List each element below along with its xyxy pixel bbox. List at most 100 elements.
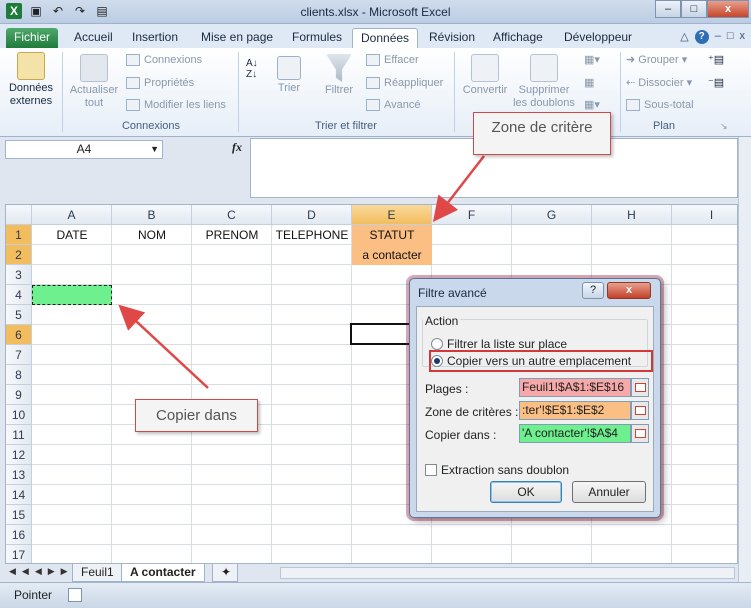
cell-c1[interactable]: PRENOM — [192, 225, 272, 245]
connexions-button[interactable]: Connexions — [126, 54, 202, 67]
chevron-down-icon[interactable]: ▼ — [150, 141, 159, 158]
select-all-corner[interactable] — [6, 205, 32, 225]
show-detail-icon[interactable]: ⁺▤ — [708, 54, 724, 67]
row-header-9[interactable]: 9 — [6, 385, 32, 405]
annuler-button[interactable]: Annuler — [572, 481, 646, 503]
trier-button[interactable]: Trier — [274, 56, 304, 95]
zone-criteres-input[interactable]: :ter'!$E$1:$E$2 — [519, 401, 631, 420]
radio-on-icon[interactable] — [431, 355, 443, 367]
tab-revision[interactable]: Révision — [421, 28, 483, 48]
vertical-scrollbar[interactable] — [738, 137, 751, 582]
column-header-a[interactable]: A — [32, 205, 112, 225]
row-header-2[interactable]: 2 — [6, 245, 32, 265]
ungroup-icon: ⇠ — [626, 77, 639, 89]
sous-total-button[interactable]: Sous-total — [626, 99, 694, 112]
radio-filter-in-place[interactable]: Filtrer la liste sur place — [431, 337, 567, 351]
ok-button[interactable]: OK — [490, 481, 562, 503]
close-button[interactable]: x — [707, 0, 749, 18]
cell-a1[interactable]: DATE — [32, 225, 112, 245]
what-if-icon[interactable]: ▦▾ — [584, 99, 600, 112]
column-header-i[interactable]: I — [672, 205, 737, 225]
hide-detail-icon[interactable]: ⁻▤ — [708, 77, 724, 90]
window-close-icon[interactable]: x — [740, 30, 746, 44]
row-header-6[interactable]: 6 — [6, 325, 32, 345]
column-header-d[interactable]: D — [272, 205, 352, 225]
column-header-c[interactable]: C — [192, 205, 272, 225]
row-header-13[interactable]: 13 — [6, 465, 32, 485]
row-header-8[interactable]: 8 — [6, 365, 32, 385]
row-header-1[interactable]: 1 — [6, 225, 32, 245]
help-icon[interactable]: ? — [694, 30, 709, 44]
dialog-help-button[interactable]: ? — [582, 282, 604, 299]
consolidate-icon[interactable]: ▦ — [584, 77, 594, 90]
tab-fichier[interactable]: Fichier — [6, 28, 59, 48]
cell-a4-copy-target[interactable] — [32, 285, 112, 305]
sort-az-icon[interactable]: A↓ Z↓ — [246, 58, 258, 80]
effacer-button[interactable]: Effacer — [366, 54, 419, 67]
zone-criteres-collapse-button[interactable] — [631, 401, 649, 420]
row-header-16[interactable]: 16 — [6, 525, 32, 545]
cell-e2[interactable]: a contacter — [352, 245, 432, 265]
window-restore-icon[interactable]: □ — [727, 30, 734, 44]
cell-e1[interactable]: STATUT — [352, 225, 432, 245]
minimize-button[interactable]: – — [655, 0, 681, 18]
fx-icon[interactable]: fx — [232, 140, 242, 155]
column-header-f[interactable]: F — [432, 205, 512, 225]
row-header-11[interactable]: 11 — [6, 425, 32, 445]
donnees-externes-button[interactable]: Données externes — [6, 52, 56, 108]
column-header-e[interactable]: E — [352, 205, 432, 225]
radio-copy-elsewhere[interactable]: Copier vers un autre emplacement — [431, 354, 631, 368]
data-validation-icon[interactable]: ▦▾ — [584, 54, 600, 67]
avance-button[interactable]: Avancé — [366, 99, 421, 112]
copier-dans-input[interactable]: 'A contacter'!$A$4 — [519, 424, 631, 443]
plages-input[interactable]: Feuil1!$A$1:$E$16 — [519, 378, 631, 397]
tab-mise-en-page[interactable]: Mise en page — [193, 28, 281, 48]
row-header-4[interactable]: 4 — [6, 285, 32, 305]
row-header-3[interactable]: 3 — [6, 265, 32, 285]
plan-dialog-launcher-icon[interactable]: ↘ — [720, 120, 728, 133]
radio-off-icon[interactable] — [431, 338, 443, 350]
row-header-15[interactable]: 15 — [6, 505, 32, 525]
sheet-tab-feuil1[interactable]: Feuil1 — [72, 564, 123, 582]
sheet-tab-a-contacter[interactable]: A contacter — [121, 564, 205, 582]
horizontal-scrollbar[interactable] — [280, 567, 735, 579]
checkbox-icon[interactable] — [425, 464, 437, 476]
cell-b1[interactable]: NOM — [112, 225, 192, 245]
row-header-14[interactable]: 14 — [6, 485, 32, 505]
copier-dans-collapse-button[interactable] — [631, 424, 649, 443]
cell-d1[interactable]: TELEPHONE — [272, 225, 352, 245]
row-header-17[interactable]: 17 — [6, 545, 32, 563]
extraction-sans-doublon-checkbox[interactable]: Extraction sans doublon — [425, 463, 569, 477]
tab-formules[interactable]: Formules — [284, 28, 350, 48]
row-header-7[interactable]: 7 — [6, 345, 32, 365]
name-box[interactable]: A4 ▼ — [5, 140, 163, 159]
plages-collapse-button[interactable] — [631, 378, 649, 397]
tab-insertion[interactable]: Insertion — [124, 28, 186, 48]
row-header-12[interactable]: 12 — [6, 445, 32, 465]
dissocier-button[interactable]: ⇠ Dissocier ▾ — [626, 77, 692, 90]
supprimer-doublons-button[interactable]: Supprimer les doublons — [512, 54, 576, 110]
modifier-liens-button[interactable]: Modifier les liens — [126, 99, 226, 112]
convertir-button[interactable]: Convertir — [458, 54, 512, 97]
filtrer-button[interactable]: Filtrer — [320, 54, 358, 97]
column-header-h[interactable]: H — [592, 205, 672, 225]
maximize-button[interactable]: □ — [681, 0, 707, 18]
actualiser-button[interactable]: Actualiser tout — [66, 54, 122, 110]
tab-affichage[interactable]: Affichage — [485, 28, 551, 48]
column-header-g[interactable]: G — [512, 205, 592, 225]
tab-developpeur[interactable]: Développeur — [556, 28, 640, 48]
window-minimize-icon[interactable]: – — [715, 30, 721, 44]
ribbon-minimize-icon[interactable]: △ — [680, 30, 688, 44]
row-header-10[interactable]: 10 — [6, 405, 32, 425]
tab-donnees[interactable]: Données — [352, 28, 419, 48]
row-header-5[interactable]: 5 — [6, 305, 32, 325]
grouper-button[interactable]: ➜ Grouper ▾ — [626, 54, 687, 67]
dialog-close-button[interactable]: x — [607, 282, 651, 299]
insert-sheet-icon[interactable]: ✦ — [212, 564, 238, 582]
column-header-b[interactable]: B — [112, 205, 192, 225]
separator — [62, 52, 63, 132]
tab-accueil[interactable]: Accueil — [66, 28, 121, 48]
macro-record-icon[interactable] — [68, 588, 82, 602]
reappliquer-button[interactable]: Réappliquer — [366, 77, 443, 90]
proprietes-button[interactable]: Propriétés — [126, 77, 194, 90]
